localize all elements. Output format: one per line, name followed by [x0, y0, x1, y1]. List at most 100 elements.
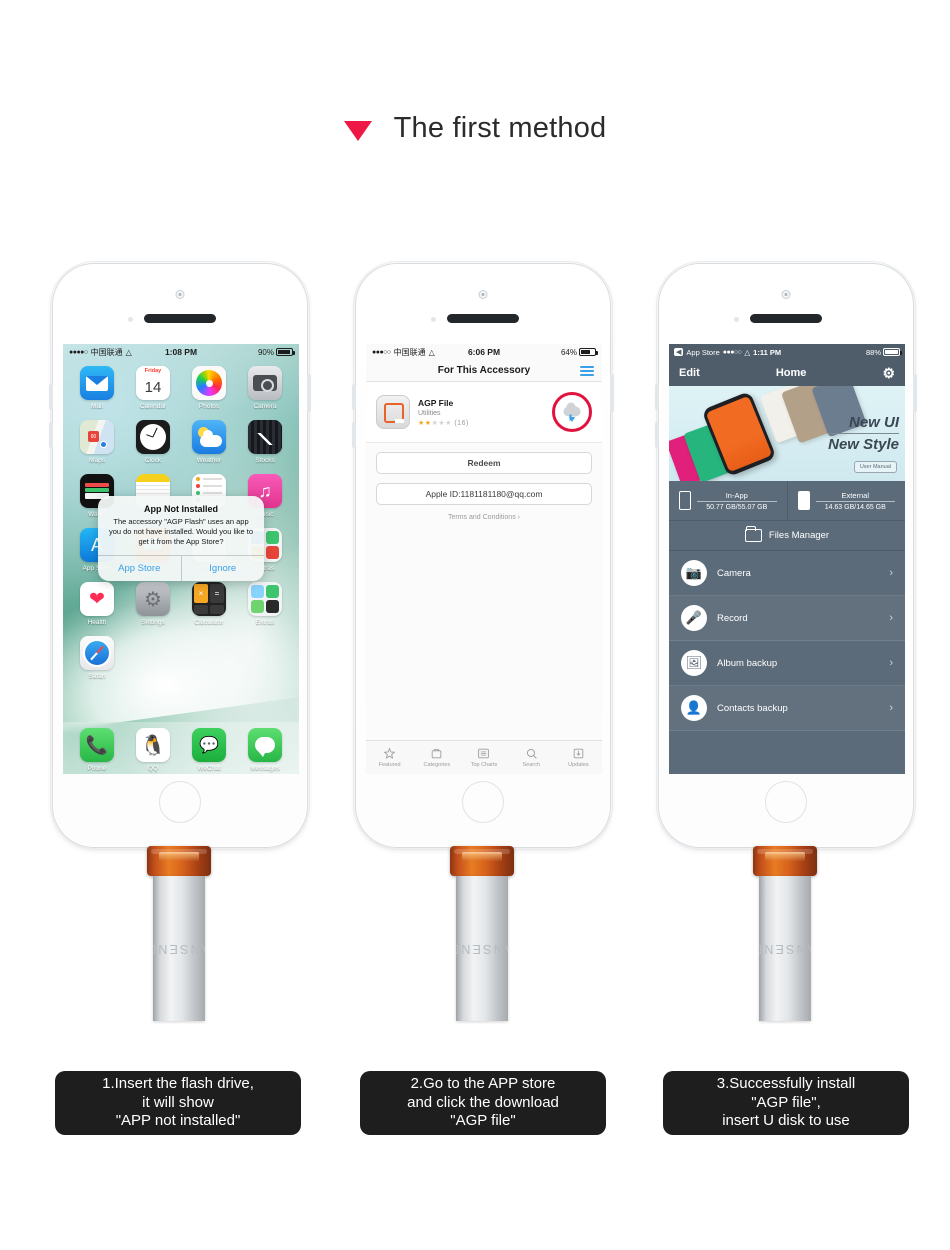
proximity-sensor-icon	[431, 317, 436, 322]
app-label: Camera	[253, 403, 277, 410]
list-icon[interactable]	[580, 365, 594, 376]
power-button[interactable]	[307, 374, 311, 412]
calendar-icon: Friday 14	[136, 366, 170, 400]
tab-search[interactable]: Search	[508, 747, 555, 768]
back-label[interactable]: App Store	[686, 348, 719, 357]
settings-icon: ⚙	[136, 582, 170, 616]
navigation-bar: For This Accessory	[366, 360, 602, 382]
menu-item-contacts-backup[interactable]: 👤 Contacts backup ›	[669, 686, 905, 731]
app-icon-maps[interactable]: 80 Maps	[69, 420, 125, 464]
power-button[interactable]	[913, 374, 917, 412]
app-label: Extras	[255, 619, 275, 626]
app-icon-mail[interactable]: Mail	[69, 366, 125, 410]
volume-up-button[interactable]	[352, 384, 356, 410]
caption-step-1: 1.Insert the flash drive, it will show "AP…	[55, 1071, 301, 1135]
phone-1-screen: ●●●●○ 中国联通 △ 1:08 PM 90% Mail Friday 14	[63, 344, 299, 774]
menu-item-camera[interactable]: 📷 Camera ›	[669, 551, 905, 596]
files-manager-row[interactable]: Files Manager	[669, 521, 905, 551]
phone-2-screen: ●●●○○ 中国联通 △ 6:06 PM 64% For This Access…	[366, 344, 602, 774]
terms-and-conditions-link[interactable]: Terms and Conditions ›	[366, 514, 602, 521]
camera-icon: 📷	[681, 560, 707, 586]
album-backup-icon: 🖼	[681, 650, 707, 676]
chevron-right-icon: ›	[889, 657, 893, 669]
dock-label: Phone	[87, 765, 107, 772]
dock-item-qq[interactable]: 🐧 QQ	[125, 728, 181, 772]
app-icon-camera[interactable]: Camera	[237, 366, 293, 410]
edit-button[interactable]: Edit	[679, 367, 700, 379]
app-icon-safari[interactable]: Safari	[69, 636, 125, 680]
promo-banner[interactable]: New UI New Style User Manual	[669, 386, 905, 481]
redeem-button[interactable]: Redeem	[376, 452, 592, 474]
camera-icon	[248, 366, 282, 400]
status-time: 1:08 PM	[164, 347, 198, 357]
app-label: Safari	[88, 673, 106, 680]
status-right: 88%	[866, 348, 902, 357]
tab-label: Featured	[378, 762, 401, 768]
home-button[interactable]	[765, 781, 807, 823]
volume-up-button[interactable]	[49, 384, 53, 410]
stocks-icon	[248, 420, 282, 454]
tab-categories[interactable]: Categories	[413, 747, 460, 768]
tab-featured[interactable]: Featured	[366, 747, 413, 768]
app-icon-health[interactable]: ❤ Health	[69, 582, 125, 626]
app-icon-extras-folder[interactable]: Extras	[237, 582, 293, 626]
usb-connector-cap	[753, 846, 817, 876]
home-button[interactable]	[462, 781, 504, 823]
usb-body: WANSENDA	[456, 876, 508, 1021]
app-icon-photos[interactable]: Photos	[181, 366, 237, 410]
caption-text: 3.Successfully install "AGP file", insert …	[716, 1074, 856, 1130]
storage-in-app: In-App 50.77 GB/55.07 GB	[669, 481, 787, 520]
app-icon-calendar[interactable]: Friday 14 Calendar	[125, 366, 181, 410]
apple-id-button[interactable]: Apple ID:1181181180@qq.com	[376, 483, 592, 505]
tab-top-charts[interactable]: Top Charts	[460, 747, 507, 768]
user-manual-button[interactable]: User Manual	[853, 461, 897, 473]
dock-item-messages[interactable]: Messages	[237, 728, 293, 772]
app-not-installed-dialog: App Not Installed The accessory "AGP Fla…	[98, 496, 265, 582]
wechat-icon: 💬	[192, 728, 226, 762]
device-icon	[679, 491, 691, 510]
mail-icon	[80, 366, 114, 400]
chevron-right-icon: ›	[889, 702, 893, 714]
volume-down-button[interactable]	[49, 422, 53, 448]
app-list-row[interactable]: AGP File Utilities ★★★★★ (16)	[366, 382, 602, 443]
app-label: Calculator	[194, 619, 224, 626]
app-label: Calendar	[139, 403, 167, 410]
gear-icon[interactable]: ⚙	[882, 365, 895, 382]
app-icon-settings[interactable]: ⚙ Settings	[125, 582, 181, 626]
caption-step-3: 3.Successfully install "AGP file", insert …	[663, 1071, 909, 1135]
power-button[interactable]	[610, 374, 614, 412]
nav-title: For This Accessory	[437, 365, 531, 376]
dock-label: WeChat	[197, 765, 221, 772]
phone-icon: 📞	[80, 728, 114, 762]
home-button[interactable]	[159, 781, 201, 823]
rating-stars: ★★★★★ (16)	[418, 419, 469, 427]
ignore-button[interactable]: Ignore	[180, 556, 265, 582]
rating-count: (16)	[454, 419, 469, 427]
app-name: AGP File	[418, 397, 454, 408]
menu-item-record[interactable]: 🎤 Record ›	[669, 596, 905, 641]
dock-label: QQ	[147, 765, 159, 772]
tab-updates[interactable]: Updates	[555, 747, 602, 768]
download-button[interactable]	[552, 392, 592, 432]
app-icon-stocks[interactable]: Stocks	[237, 420, 293, 464]
app-icon-weather[interactable]: Weather	[181, 420, 237, 464]
menu-item-album-backup[interactable]: 🖼 Album backup ›	[669, 641, 905, 686]
dock-item-wechat[interactable]: 💬 WeChat	[181, 728, 237, 772]
agp-file-app-icon	[376, 395, 410, 429]
dock-item-phone[interactable]: 📞 Phone	[69, 728, 125, 772]
app-store-button[interactable]: App Store	[98, 556, 181, 581]
phone-3-screen: ◀ App Store ●●●○○ △ 1:11 PM 88% Edit Hom…	[669, 344, 905, 774]
usb-body: WANSENDA	[153, 876, 205, 1021]
volume-down-button[interactable]	[352, 422, 356, 448]
volume-down-button[interactable]	[655, 422, 659, 448]
volume-up-button[interactable]	[655, 384, 659, 410]
battery-icon	[579, 348, 598, 356]
app-icon-clock[interactable]: Clock	[125, 420, 181, 464]
app-icon-calculator[interactable]: × = Calculator	[181, 582, 237, 626]
menu-label: Album backup	[717, 657, 778, 669]
dialog-title: App Not Installed	[144, 504, 218, 514]
back-arrow-icon[interactable]: ◀	[674, 348, 684, 356]
front-camera-icon	[781, 290, 791, 299]
categories-icon	[432, 749, 442, 759]
menu-label: Record	[717, 612, 748, 624]
